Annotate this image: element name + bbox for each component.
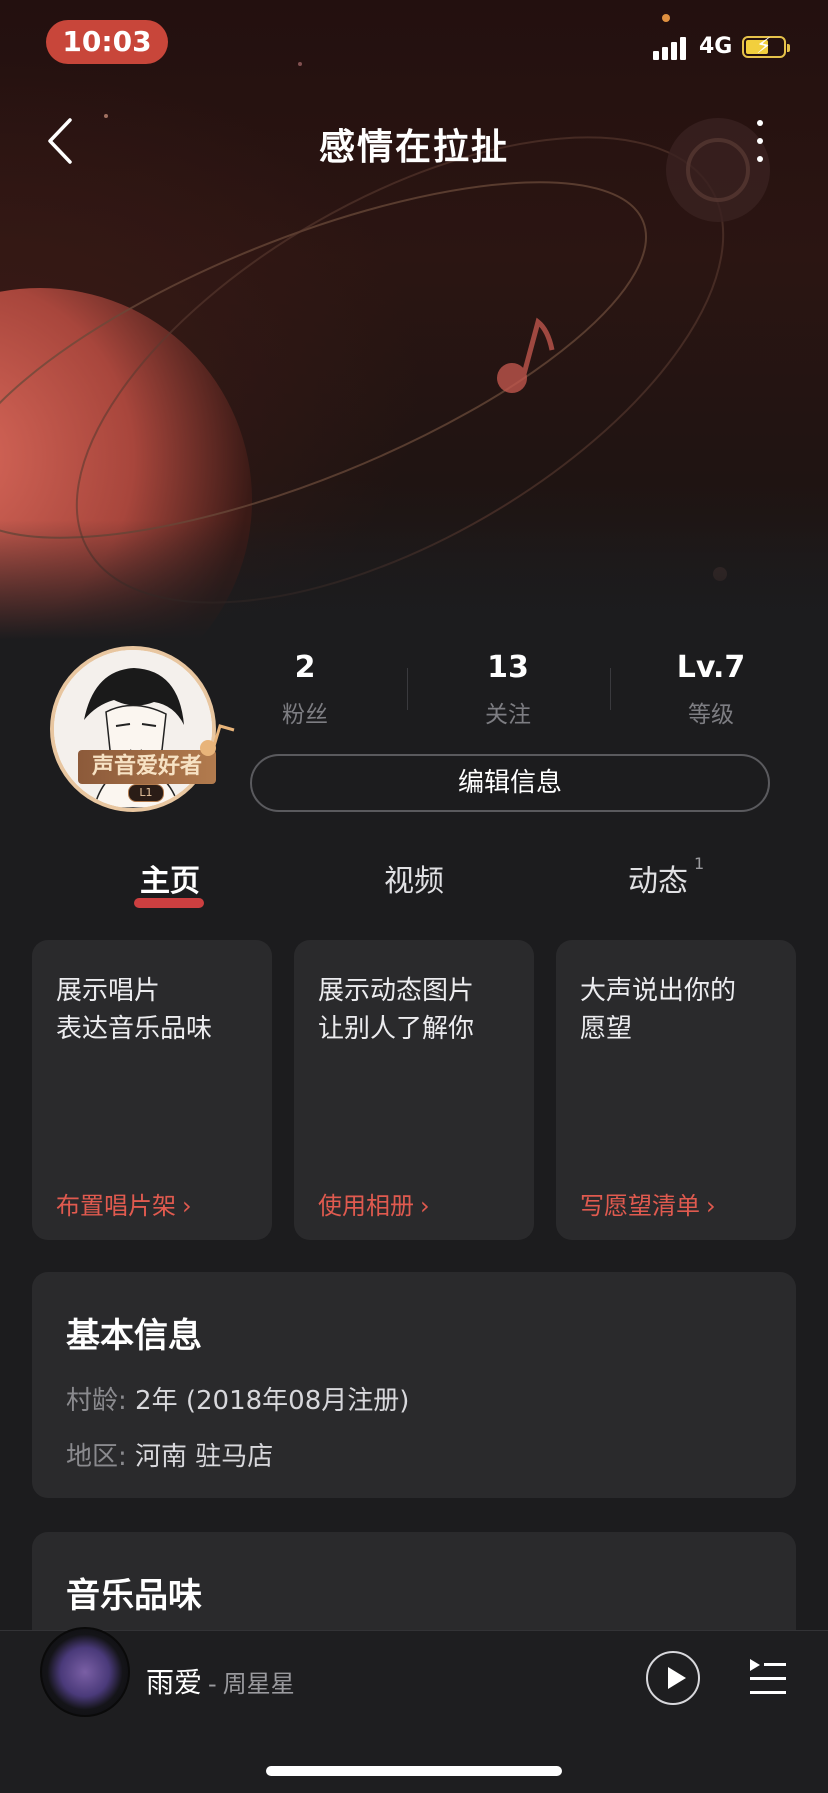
tab-home[interactable]: 主页 — [100, 856, 240, 900]
section-title: 基本信息 — [66, 1316, 202, 1356]
photo-album-card[interactable]: 展示动态图片 让别人了解你 使用相册 › — [294, 940, 534, 1240]
basic-info-section: 基本信息 村龄: 2年 (2018年08月注册) 地区: 河南 驻马店 — [32, 1272, 796, 1498]
following-stat[interactable]: 13 关注 — [433, 650, 583, 729]
card-description: 让别人了解你 — [318, 1014, 475, 1044]
card-action-label: 写愿望清单 — [580, 1192, 700, 1220]
now-playing-info[interactable]: 雨爱 - 周星星 — [146, 1661, 295, 1701]
card-description: 展示唱片 — [56, 976, 161, 1006]
setup-record-shelf-link[interactable]: 布置唱片架 › — [56, 1186, 192, 1221]
card-description: 表达音乐品味 — [56, 1014, 213, 1044]
music-note-graphic — [497, 317, 555, 393]
play-icon — [668, 1667, 686, 1689]
song-separator: - — [208, 1670, 217, 1698]
chevron-right-icon: › — [706, 1192, 716, 1220]
chevron-right-icon: › — [182, 1192, 192, 1220]
tab-videos-label: 视频 — [384, 864, 444, 899]
status-bar: 10:03 4G ⚡ — [0, 0, 828, 86]
level-value: Lv.7 — [676, 650, 746, 685]
tab-videos[interactable]: 视频 — [344, 856, 484, 900]
playlist-icon — [750, 1659, 786, 1694]
edit-profile-button[interactable]: 编辑信息 — [250, 754, 770, 812]
user-badge[interactable]: 声音爱好者 — [78, 750, 216, 784]
card-action-label: 布置唱片架 — [56, 1192, 176, 1220]
card-description: 愿望 — [580, 1014, 633, 1044]
level-stat[interactable]: Lv.7 等级 — [636, 650, 786, 729]
play-button[interactable] — [646, 1651, 700, 1705]
album-art-disc[interactable] — [40, 1627, 130, 1717]
avatar-container[interactable]: 声音爱好者 L1 — [48, 640, 238, 812]
following-count: 13 — [487, 650, 529, 685]
stat-divider — [407, 668, 408, 710]
cellular-signal-icon — [653, 36, 693, 60]
song-title: 雨爱 — [146, 1666, 203, 1699]
followers-label: 粉丝 — [282, 702, 328, 728]
more-options-button[interactable] — [740, 114, 780, 168]
tab-activity-count: 1 — [694, 854, 705, 873]
tab-activity[interactable]: 动态 — [588, 856, 728, 900]
card-description: 大声说出你的 — [580, 976, 737, 1006]
wishlist-card[interactable]: 大声说出你的 愿望 写愿望清单 › — [556, 940, 796, 1240]
feature-cards: 展示唱片 表达音乐品味 布置唱片架 › 展示动态图片 让别人了解你 使用相册 › 大… — [32, 940, 796, 1240]
page-title: 感情在拉扯 — [318, 127, 509, 168]
stat-divider — [610, 668, 611, 710]
playlist-button[interactable] — [748, 1655, 788, 1699]
navigation-bar: 感情在拉扯 — [0, 96, 828, 186]
account-age-label: 村龄: — [66, 1386, 127, 1416]
song-artist: 周星星 — [222, 1670, 295, 1698]
level-label: 等级 — [688, 702, 734, 728]
record-shelf-card[interactable]: 展示唱片 表达音乐品味 布置唱片架 › — [32, 940, 272, 1240]
battery-charging-icon: ⚡ — [742, 34, 790, 59]
profile-header: 声音爱好者 L1 2 粉丝 13 关注 Lv.7 等级 编辑信息 — [0, 640, 828, 820]
more-vertical-icon — [757, 120, 763, 126]
chevron-right-icon: › — [420, 1192, 430, 1220]
followers-count: 2 — [294, 650, 316, 685]
region-label: 地区: — [66, 1442, 127, 1472]
card-action-label: 使用相册 — [318, 1192, 414, 1220]
card-description: 展示动态图片 — [318, 976, 475, 1006]
account-age-row: 村龄: 2年 (2018年08月注册) — [66, 1380, 409, 1417]
write-wishlist-link[interactable]: 写愿望清单 › — [580, 1186, 716, 1221]
status-time: 10:03 — [46, 20, 168, 64]
active-tab-indicator — [134, 898, 204, 908]
region-row: 地区: 河南 驻马店 — [66, 1436, 273, 1473]
use-album-link[interactable]: 使用相册 › — [318, 1186, 430, 1221]
account-age-value: 2年 (2018年08月注册) — [135, 1386, 410, 1416]
network-type-label: 4G — [699, 34, 733, 59]
home-indicator — [266, 1766, 562, 1776]
section-title: 音乐品味 — [66, 1576, 202, 1616]
region-value: 河南 驻马店 — [135, 1442, 274, 1472]
profile-tabs: 主页 视频 动态 1 — [0, 854, 828, 916]
badge-level: L1 — [128, 784, 164, 802]
tab-activity-label: 动态 — [628, 864, 688, 899]
followers-stat[interactable]: 2 粉丝 — [230, 650, 380, 729]
following-label: 关注 — [485, 702, 531, 728]
tab-home-label: 主页 — [140, 864, 200, 899]
